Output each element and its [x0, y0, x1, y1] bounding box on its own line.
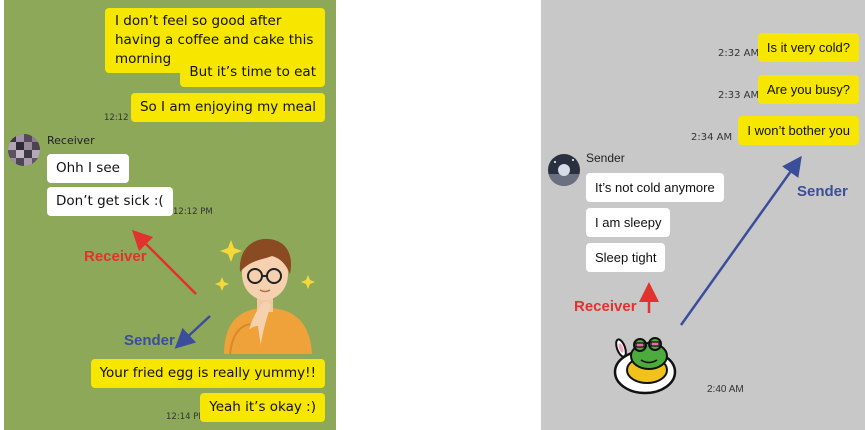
person-thinking-illustration — [215, 238, 315, 354]
right-chat-panel: 2:32 AM Is it very cold? 2:33 AM Are you… — [541, 0, 865, 430]
message-sent[interactable]: Yeah it’s okay :) — [200, 393, 325, 422]
left-chat-panel: I don’t feel so good after having a coff… — [4, 0, 336, 430]
message-sent[interactable]: Your fried egg is really yummy!! — [90, 359, 325, 388]
frog-sticker-icon — [613, 337, 677, 395]
annotation-arrows — [639, 155, 802, 326]
timestamp: 2:40 AM — [707, 384, 744, 395]
